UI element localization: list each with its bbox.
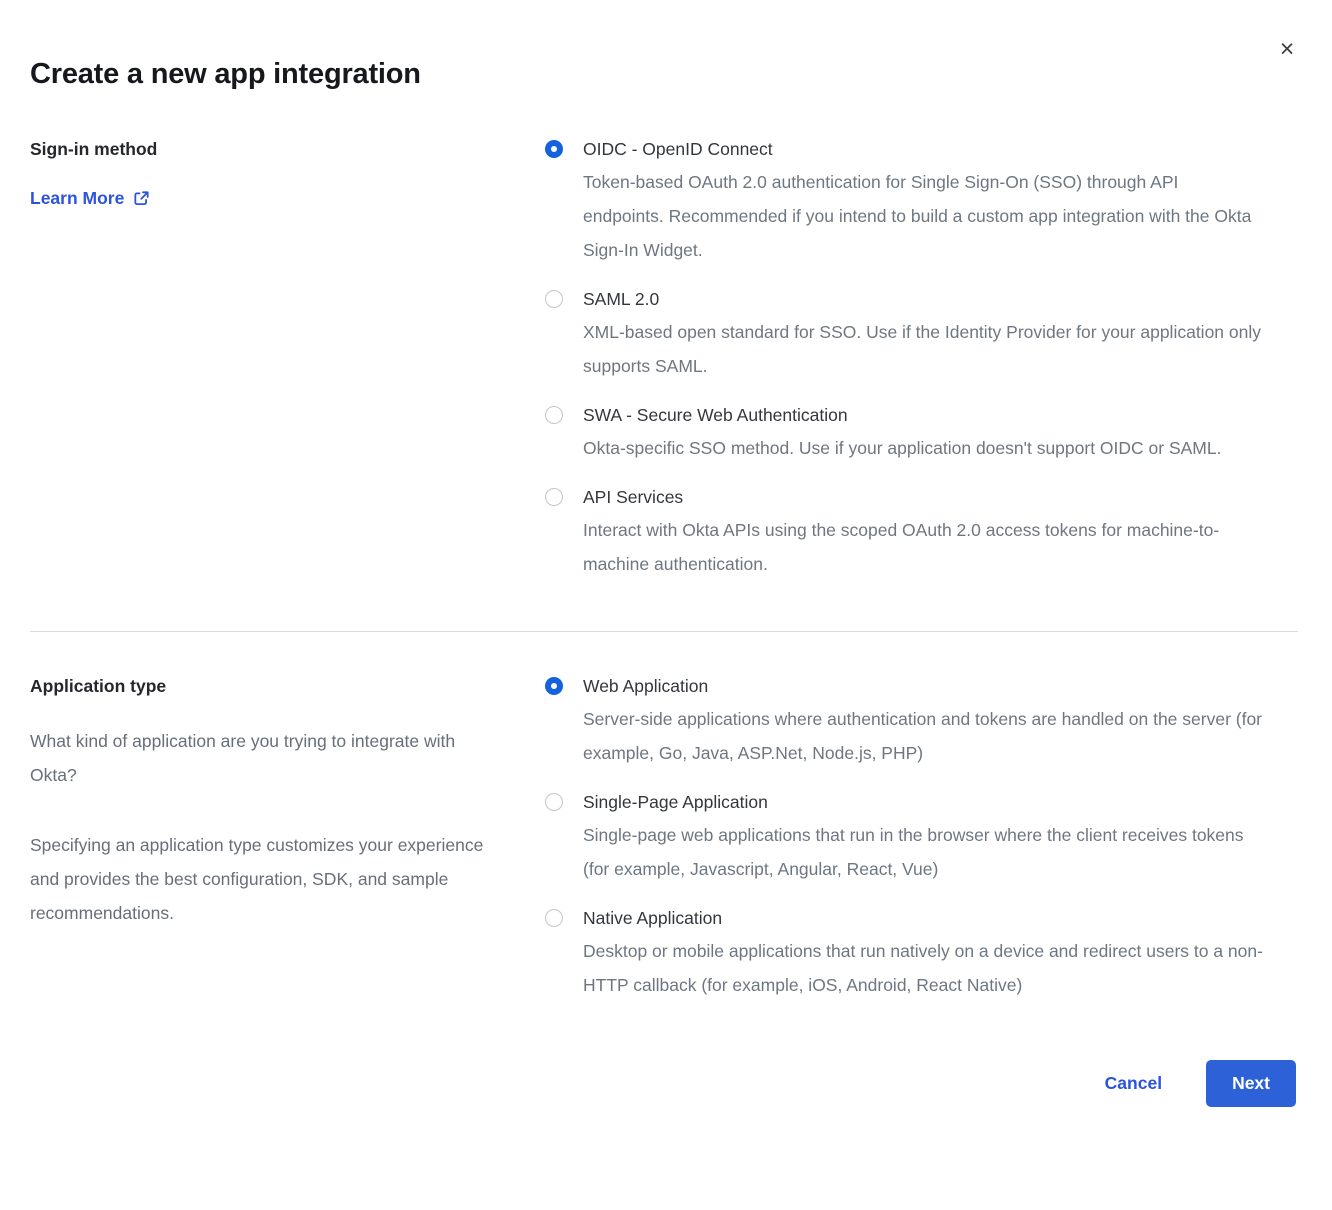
apptype-question: What kind of application are you trying … bbox=[30, 724, 502, 792]
learn-more-link[interactable]: Learn More bbox=[30, 188, 150, 209]
apptype-option-spa-select[interactable]: Single-Page Application bbox=[545, 790, 1263, 814]
option-description: Token-based OAuth 2.0 authentication for… bbox=[583, 165, 1263, 267]
application-type-section: Application type What kind of applicatio… bbox=[30, 674, 1298, 1002]
signin-option-oidc: OIDC - OpenID Connect Token-based OAuth … bbox=[545, 137, 1263, 267]
application-type-label: Application type bbox=[30, 674, 505, 698]
option-description: Interact with Okta APIs using the scoped… bbox=[583, 513, 1263, 581]
radio-button-swa[interactable] bbox=[545, 406, 563, 424]
apptype-left-column: Application type What kind of applicatio… bbox=[30, 674, 545, 930]
close-icon[interactable]: × bbox=[1272, 34, 1302, 64]
radio-button-oidc[interactable] bbox=[545, 140, 563, 158]
signin-option-swa: SWA - Secure Web Authentication Okta-spe… bbox=[545, 403, 1263, 465]
modal-footer: Cancel Next bbox=[30, 1060, 1298, 1107]
option-label: Web Application bbox=[583, 674, 708, 698]
signin-left-column: Sign-in method Learn More bbox=[30, 137, 545, 209]
create-app-integration-modal: × Create a new app integration Sign-in m… bbox=[0, 0, 1332, 1107]
apptype-option-native: Native Application Desktop or mobile app… bbox=[545, 906, 1263, 1002]
radio-button-native-application[interactable] bbox=[545, 909, 563, 927]
apptype-option-native-select[interactable]: Native Application bbox=[545, 906, 1263, 930]
signin-method-section: Sign-in method Learn More OIDC - OpenID … bbox=[30, 137, 1298, 581]
option-label: Native Application bbox=[583, 906, 722, 930]
learn-more-label: Learn More bbox=[30, 188, 124, 209]
signin-option-swa-select[interactable]: SWA - Secure Web Authentication bbox=[545, 403, 1263, 427]
signin-option-saml: SAML 2.0 XML-based open standard for SSO… bbox=[545, 287, 1263, 383]
section-divider bbox=[30, 631, 1298, 632]
signin-option-oidc-select[interactable]: OIDC - OpenID Connect bbox=[545, 137, 1263, 161]
option-description: Server-side applications where authentic… bbox=[583, 702, 1263, 770]
option-label: SAML 2.0 bbox=[583, 287, 659, 311]
apptype-options-group: Web Application Server-side applications… bbox=[545, 674, 1263, 1002]
radio-button-web-application[interactable] bbox=[545, 677, 563, 695]
external-link-icon bbox=[133, 190, 150, 207]
apptype-option-web: Web Application Server-side applications… bbox=[545, 674, 1263, 770]
signin-options-group: OIDC - OpenID Connect Token-based OAuth … bbox=[545, 137, 1263, 581]
page-title: Create a new app integration bbox=[30, 0, 1298, 91]
signin-method-label: Sign-in method bbox=[30, 137, 505, 161]
signin-option-api-services-select[interactable]: API Services bbox=[545, 485, 1263, 509]
option-label: OIDC - OpenID Connect bbox=[583, 137, 773, 161]
option-label: SWA - Secure Web Authentication bbox=[583, 403, 848, 427]
cancel-button[interactable]: Cancel bbox=[1105, 1073, 1162, 1094]
apptype-option-spa: Single-Page Application Single-page web … bbox=[545, 790, 1263, 886]
apptype-note: Specifying an application type customize… bbox=[30, 828, 502, 930]
option-description: Okta-specific SSO method. Use if your ap… bbox=[583, 431, 1263, 465]
option-label: Single-Page Application bbox=[583, 790, 768, 814]
option-description: Single-page web applications that run in… bbox=[583, 818, 1263, 886]
apptype-option-web-select[interactable]: Web Application bbox=[545, 674, 1263, 698]
option-description: Desktop or mobile applications that run … bbox=[583, 934, 1263, 1002]
radio-button-api-services[interactable] bbox=[545, 488, 563, 506]
option-description: XML-based open standard for SSO. Use if … bbox=[583, 315, 1263, 383]
option-label: API Services bbox=[583, 485, 683, 509]
radio-button-single-page-application[interactable] bbox=[545, 793, 563, 811]
radio-button-saml[interactable] bbox=[545, 290, 563, 308]
next-button[interactable]: Next bbox=[1206, 1060, 1296, 1107]
signin-option-saml-select[interactable]: SAML 2.0 bbox=[545, 287, 1263, 311]
signin-option-api-services: API Services Interact with Okta APIs usi… bbox=[545, 485, 1263, 581]
